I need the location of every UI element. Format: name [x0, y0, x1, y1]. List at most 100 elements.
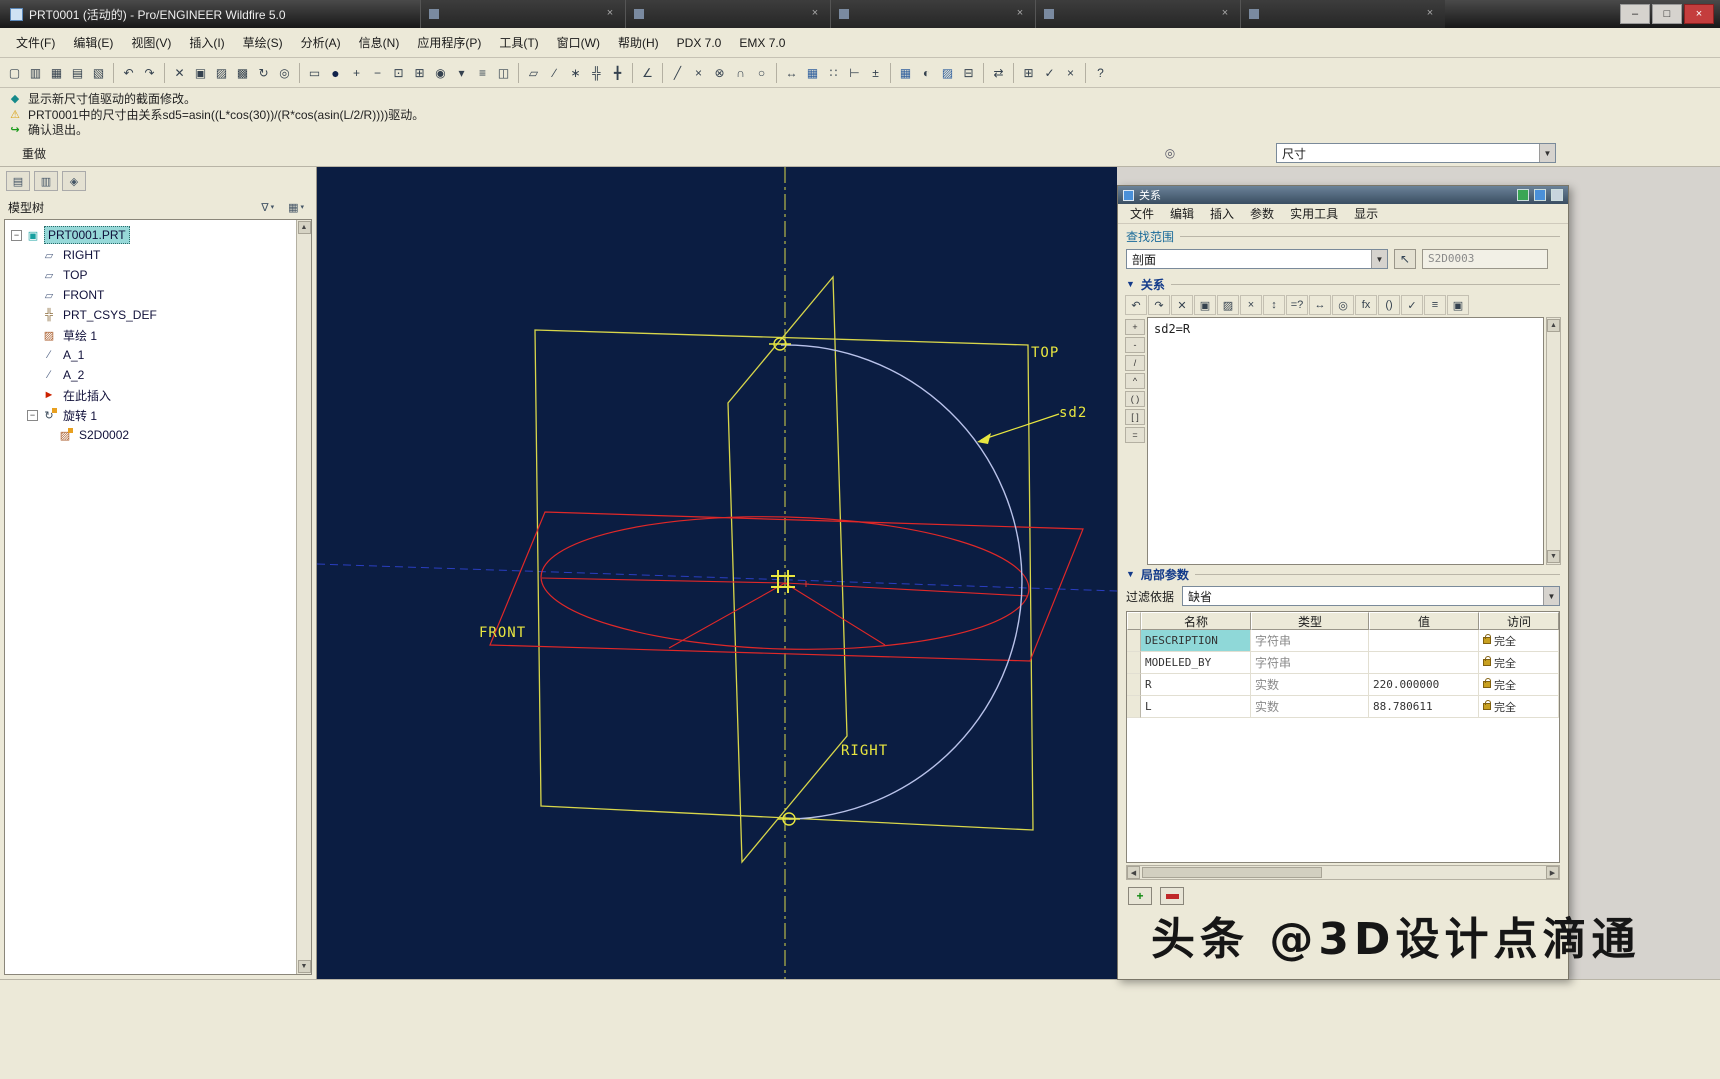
menu-item[interactable]: 帮助(H) — [610, 31, 667, 54]
shade-icon[interactable]: ● — [325, 62, 346, 83]
graphics-area[interactable]: TOP sd2 FRONT RIGHT — [317, 167, 1117, 979]
param-type-cell[interactable]: 字符串 — [1251, 652, 1369, 674]
refit-icon[interactable]: ⊡ — [388, 62, 409, 83]
tab-close-icon[interactable]: × — [603, 7, 617, 21]
collapse-triangle-icon[interactable]: ▼ — [1126, 279, 1135, 289]
table-row[interactable]: R实数220.000000完全 — [1127, 674, 1559, 696]
shade-mode-icon[interactable]: ◐ — [916, 62, 937, 83]
param-access-cell[interactable]: 完全 — [1479, 630, 1559, 652]
hatch-icon[interactable]: ▨ — [937, 62, 958, 83]
scroll-down-icon[interactable]: ▼ — [1547, 550, 1560, 563]
scope-type-combo[interactable]: 剖面 ▼ — [1126, 249, 1388, 269]
close-button[interactable]: × — [1684, 4, 1714, 24]
orient-icon[interactable]: ◉ — [430, 62, 451, 83]
tree-settings-dropdown[interactable]: ▦▾ — [284, 199, 308, 216]
find-icon[interactable]: ◎ — [1332, 295, 1354, 315]
tab-close-icon[interactable]: × — [1423, 7, 1437, 21]
scroll-down-icon[interactable]: ▼ — [298, 960, 311, 973]
measure-icon[interactable]: ↔ — [781, 62, 802, 83]
titlebar-tab[interactable]: × — [1240, 0, 1445, 28]
grid-icon[interactable]: ▦ — [802, 62, 823, 83]
scroll-right-icon[interactable]: ▶ — [1546, 866, 1559, 879]
undo-icon[interactable]: ↶ — [118, 62, 139, 83]
tree-item[interactable]: ╬PRT_CSYS_DEF — [5, 305, 296, 325]
tree-item[interactable]: ▱FRONT — [5, 285, 296, 305]
chevron-down-icon[interactable]: ▼ — [1371, 250, 1387, 268]
param-value-cell[interactable] — [1369, 630, 1479, 652]
tree-item[interactable]: ▱RIGHT — [5, 245, 296, 265]
param-access-cell[interactable]: 完全 — [1479, 674, 1559, 696]
new-window-icon[interactable]: ⊞ — [1018, 62, 1039, 83]
menu-item[interactable]: 编辑(E) — [65, 31, 121, 54]
tree-item[interactable]: ►在此插入 — [5, 385, 296, 405]
redo-icon[interactable]: ↷ — [1148, 295, 1170, 315]
menu-item[interactable]: 信息(N) — [351, 31, 408, 54]
zoom-out-icon[interactable]: − — [367, 62, 388, 83]
param-access-cell[interactable]: 完全 — [1479, 696, 1559, 718]
horizontal-centerline[interactable] — [317, 564, 1117, 591]
saved-views-icon[interactable]: ▾ — [451, 62, 472, 83]
paste-icon[interactable]: ▨ — [211, 62, 232, 83]
zoom-window-icon[interactable]: ⊞ — [409, 62, 430, 83]
titlebar-tab[interactable]: × — [830, 0, 1035, 28]
collapse-triangle-icon[interactable]: ▼ — [1126, 569, 1135, 579]
operator-button[interactable]: [ ] — [1125, 409, 1145, 425]
sd2-dimension-label[interactable]: sd2 — [1059, 405, 1087, 421]
pattern-icon[interactable]: ▦ — [895, 62, 916, 83]
menu-item[interactable]: PDX 7.0 — [669, 33, 730, 53]
scope-name-field[interactable]: S2D0003 — [1422, 249, 1548, 269]
spin-center-icon[interactable]: ╋ — [607, 62, 628, 83]
close-window-icon[interactable]: × — [1060, 62, 1081, 83]
param-access-cell[interactable]: 完全 — [1479, 652, 1559, 674]
section-icon[interactable]: ⊟ — [958, 62, 979, 83]
scrollbar-thumb[interactable] — [1142, 867, 1322, 878]
dialog-titlebar-icon-green[interactable] — [1517, 189, 1529, 201]
tree-item[interactable]: ∕A_2 — [5, 365, 296, 385]
relations-dialog-titlebar[interactable]: 关系 — [1118, 186, 1568, 204]
table-row[interactable]: L实数88.780611完全 — [1127, 696, 1559, 718]
dimension-icon[interactable]: ⊢ — [844, 62, 865, 83]
tree-item[interactable]: ▱TOP — [5, 265, 296, 285]
column-header[interactable]: 值 — [1369, 612, 1479, 630]
titlebar-tab[interactable]: × — [1035, 0, 1240, 28]
datum-planes-icon[interactable]: ▱ — [523, 62, 544, 83]
table-row[interactable]: DESCRIPTION字符串完全 — [1127, 630, 1559, 652]
datum-axes-icon[interactable]: ∕ — [544, 62, 565, 83]
operator-button[interactable]: / — [1125, 355, 1145, 371]
column-header[interactable]: 类型 — [1251, 612, 1369, 630]
scroll-up-icon[interactable]: ▲ — [298, 221, 311, 234]
datum-points-icon[interactable]: ∗ — [565, 62, 586, 83]
param-name-cell[interactable]: L — [1141, 696, 1251, 718]
verify-icon[interactable]: ▣ — [1447, 295, 1469, 315]
operator-button[interactable]: = — [1125, 427, 1145, 443]
dialog-menu-item[interactable]: 实用工具 — [1290, 205, 1338, 222]
tree-show-dropdown[interactable]: ∇▾ — [257, 199, 278, 216]
menu-item[interactable]: 文件(F) — [8, 31, 63, 54]
tab-close-icon[interactable]: × — [1013, 7, 1027, 21]
new-icon[interactable]: ▢ — [4, 62, 25, 83]
model-tree-tab[interactable]: ▤ — [6, 171, 30, 191]
paste-icon[interactable]: ▨ — [1217, 295, 1239, 315]
tree-item[interactable]: −↻旋转 1 — [5, 405, 296, 425]
point-icon[interactable]: × — [688, 62, 709, 83]
sd2-dimension-leader[interactable] — [977, 414, 1059, 444]
dialog-titlebar-icon-gray[interactable] — [1551, 189, 1563, 201]
swap-views-icon[interactable]: ⇄ — [988, 62, 1009, 83]
find-icon[interactable]: ◎ — [274, 62, 295, 83]
redo-menu-item[interactable]: 重做 — [22, 145, 46, 162]
param-type-cell[interactable]: 实数 — [1251, 696, 1369, 718]
regenerate-icon[interactable]: ↻ — [253, 62, 274, 83]
expander-icon[interactable]: − — [11, 230, 22, 241]
datum-plane-top-outline[interactable] — [535, 330, 1033, 830]
relations-section-header[interactable]: ▼ 关系 — [1118, 275, 1568, 293]
tree-scrollbar[interactable]: ▲ ▼ — [296, 220, 311, 974]
layers-icon[interactable]: ≡ — [472, 62, 493, 83]
copy-icon[interactable]: ▣ — [1194, 295, 1216, 315]
menu-item[interactable]: EMX 7.0 — [731, 33, 793, 53]
add-param-button[interactable]: + — [1128, 887, 1152, 905]
selection-filter-icon[interactable]: ◎ — [1160, 144, 1180, 162]
tangent-icon[interactable]: ○ — [751, 62, 772, 83]
dimension-filter-combo[interactable]: 尺寸 ▼ — [1276, 143, 1556, 163]
delete-icon[interactable]: × — [1240, 295, 1262, 315]
param-type-cell[interactable]: 实数 — [1251, 674, 1369, 696]
